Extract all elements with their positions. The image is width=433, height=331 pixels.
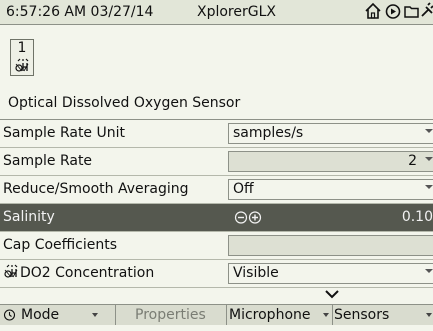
property-label: Sample Rate Unit [3,125,125,141]
sensor-header: 1 Optical Dissolved Oxygen Sensor [0,25,433,119]
salinity-value: 0.10 [401,209,433,225]
do2-concentration-dropdown[interactable]: Visible [228,263,433,284]
chevron-down-icon [323,313,329,317]
property-row-sample-rate-unit[interactable]: Sample Rate Unit samples/s [0,120,433,148]
property-row-cap-coefficients[interactable]: Cap Coefficients [0,232,433,260]
averaging-dropdown[interactable]: Off [228,179,433,200]
dropdown-value: 2 [408,153,417,169]
property-label: DO2 Concentration [20,265,155,281]
properties-table: Sample Rate Unit samples/s Sample Rate 2… [0,119,433,288]
mode-softkey[interactable]: Mode [0,305,116,325]
mode-label: Mode [21,307,60,323]
status-bar: 6:57:26 AM 03/27/14 XplorerGLX [0,0,433,25]
microphone-softkey[interactable]: Microphone [227,305,333,325]
property-label: Reduce/Smooth Averaging [3,181,189,197]
chevron-down-icon [425,129,433,133]
softkey-bar: Mode Properties Microphone Sensors [0,304,433,325]
sample-rate-dropdown[interactable]: 2 [228,151,433,172]
chevron-down-icon [92,313,98,317]
chevron-down-icon [426,313,432,317]
property-row-sample-rate[interactable]: Sample Rate 2 [0,148,433,176]
app-title: XplorerGLX [197,4,276,20]
sensor-number: 1 [17,40,27,56]
chevron-down-icon [425,185,433,189]
clock-time: 6:57:26 AM [6,4,87,20]
clock-readout: 6:57:26 AM 03/27/14 [6,0,153,24]
property-label: Salinity [3,209,55,225]
cap-coefficients-field[interactable] [228,235,433,256]
property-row-salinity[interactable]: Salinity 0.10 [0,204,433,232]
clock-date: 03/27/14 [90,4,154,20]
properties-softkey[interactable]: Properties [116,305,227,325]
property-label: Sample Rate [3,153,93,169]
dropdown-value: samples/s [233,125,304,141]
stepper-icons [233,208,267,233]
chevron-down-icon [425,157,433,161]
scroll-down-chevron-icon[interactable] [228,286,433,299]
sensors-label: Sensors [334,307,390,323]
chevron-down-icon [425,269,433,273]
dropdown-value: Off [233,181,254,197]
sensors-softkey[interactable]: Sensors [333,305,433,325]
sensor-icon [4,264,18,278]
sensor-icon [14,58,31,77]
sensor-select-button[interactable]: 1 [10,39,34,76]
clock-icon [3,305,17,331]
sensor-name: Optical Dissolved Oxygen Sensor [8,95,241,111]
property-label-with-icon: DO2 Concentration [3,260,154,287]
salinity-stepper[interactable]: 0.10 [228,207,433,228]
properties-label: Properties [135,307,206,323]
microphone-label: Microphone [229,307,311,323]
property-row-do2-concentration[interactable]: DO2 Concentration Visible [0,260,433,288]
sample-rate-unit-dropdown[interactable]: samples/s [228,123,433,144]
property-label: Cap Coefficients [3,237,118,253]
property-row-averaging[interactable]: Reduce/Smooth Averaging Off [0,176,433,204]
dropdown-value: Visible [233,265,279,281]
